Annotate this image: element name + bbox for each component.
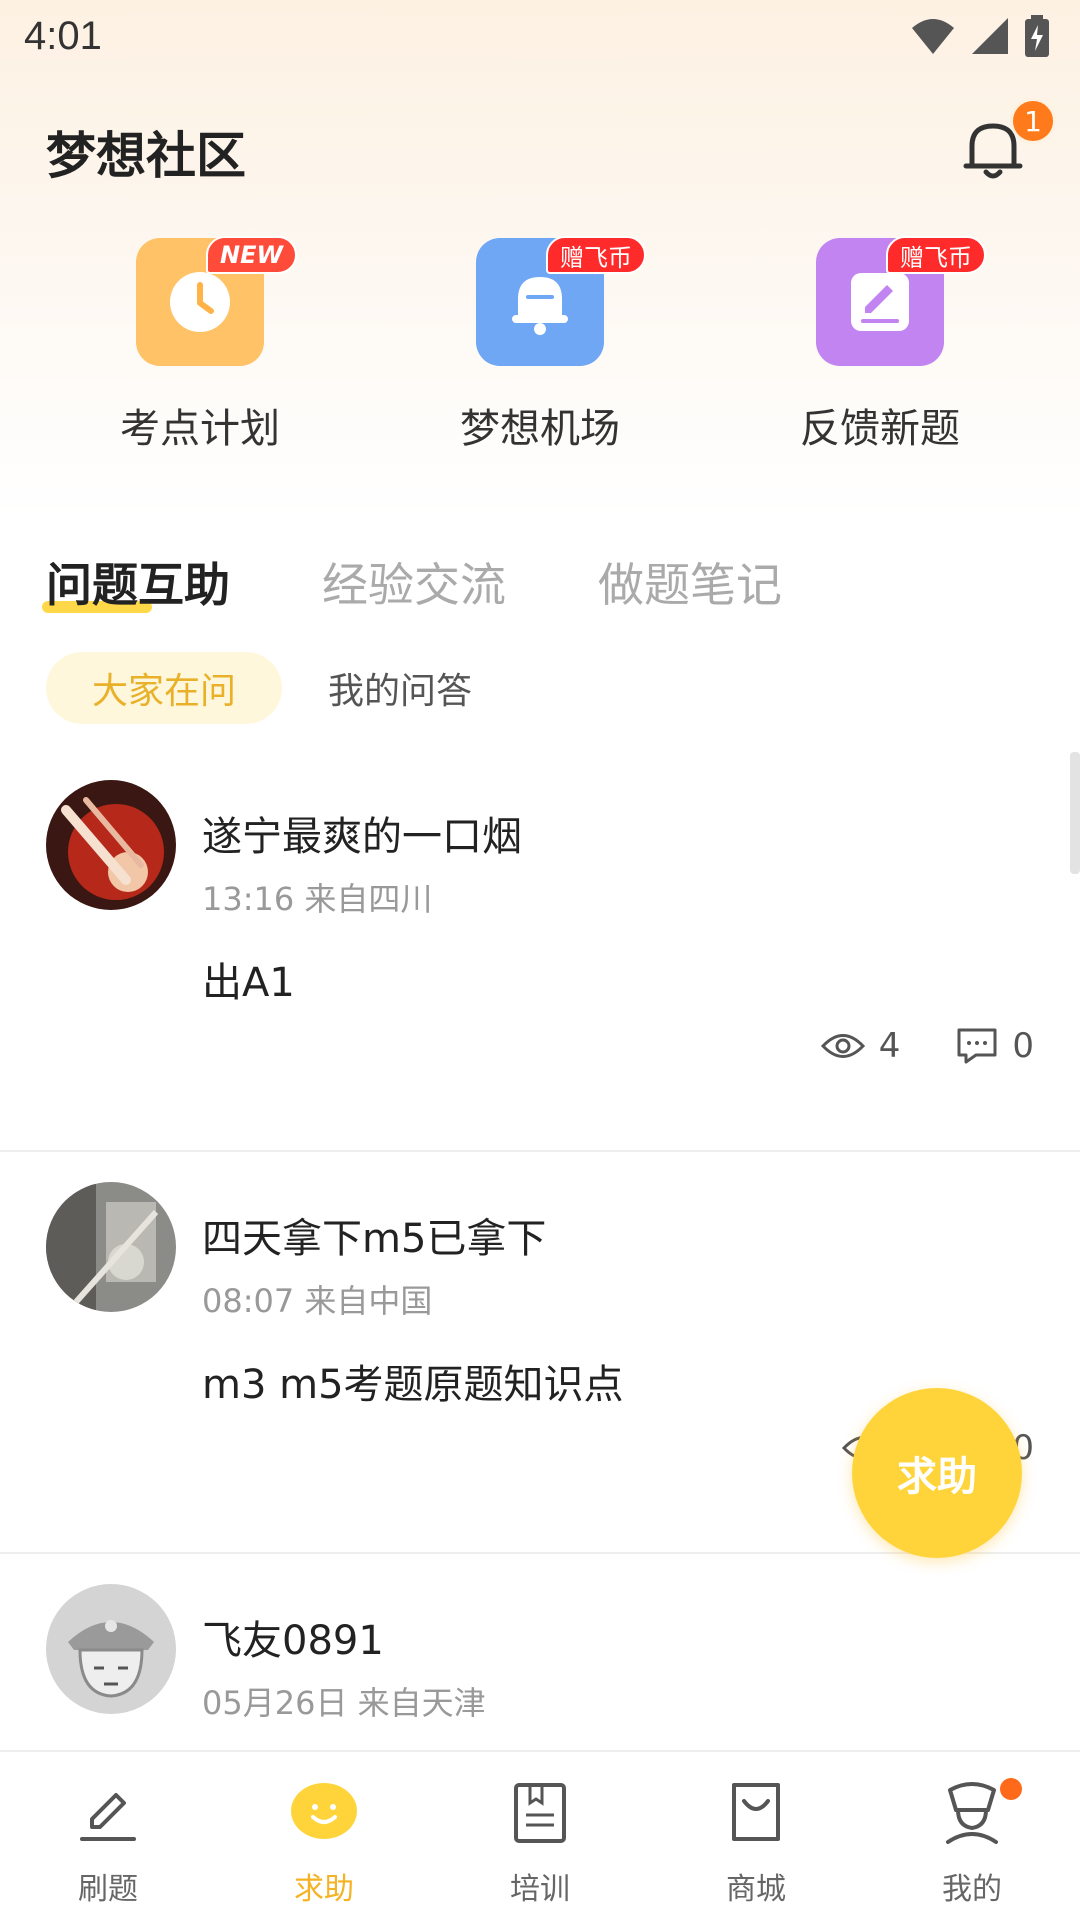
book-icon bbox=[505, 1778, 575, 1848]
nav-training[interactable]: 培训 bbox=[432, 1752, 648, 1920]
post-card[interactable]: 遂宁最爽的一口烟 13:16 来自四川 出A1 4 0 bbox=[0, 752, 1080, 1152]
tab-notes[interactable]: 做题笔记 bbox=[598, 549, 782, 615]
comment-count[interactable]: 0 bbox=[956, 1026, 1034, 1066]
bag-icon bbox=[721, 1778, 791, 1848]
subtab-everyone-asks[interactable]: 大家在问 bbox=[46, 652, 283, 724]
nav-practice[interactable]: 刷题 bbox=[0, 1752, 216, 1920]
post-meta: 08:07 来自中国 bbox=[202, 1282, 433, 1320]
page-title: 梦想社区 bbox=[46, 127, 246, 185]
nav-help[interactable]: 求助 bbox=[216, 1752, 432, 1920]
coin-badge: 赠飞币 bbox=[886, 236, 986, 274]
post-meta: 13:16 来自四川 bbox=[202, 880, 433, 918]
coin-badge: 赠飞币 bbox=[546, 236, 646, 274]
feature-label: 反馈新题 bbox=[800, 406, 960, 452]
feature-label: 梦想机场 bbox=[460, 406, 620, 452]
nav-profile[interactable]: 我的 bbox=[864, 1752, 1080, 1920]
pilot-icon bbox=[937, 1778, 1007, 1848]
feature-exam-plan[interactable]: NEW 考点计划 bbox=[30, 236, 370, 458]
bell-shaped-icon: 赠飞币 bbox=[476, 236, 646, 366]
nav-label: 培训 bbox=[510, 1872, 570, 1907]
post-content[interactable]: m3 m5考题原题知识点 bbox=[202, 1352, 624, 1410]
battery-icon bbox=[1025, 15, 1049, 57]
feature-label: 考点计划 bbox=[120, 406, 280, 452]
tab-question-help[interactable]: 问题互助 bbox=[42, 549, 230, 615]
signal-icon bbox=[972, 18, 1008, 54]
edit-note-icon: 赠飞币 bbox=[816, 236, 986, 366]
post-meta: 05月26日 来自天津 bbox=[202, 1684, 486, 1722]
ask-help-button[interactable]: 求助 bbox=[852, 1388, 1022, 1558]
status-bar: 4:01 bbox=[0, 0, 1080, 72]
feature-grid: NEW 考点计划 赠飞币 梦想机场 赠飞币 反馈新题 bbox=[0, 236, 1080, 458]
post-username[interactable]: 遂宁最爽的一口烟 bbox=[202, 804, 522, 862]
header: 梦想社区 1 bbox=[46, 98, 1056, 192]
new-badge: NEW bbox=[206, 236, 297, 274]
post-username[interactable]: 飞友0891 bbox=[202, 1608, 384, 1666]
status-icons bbox=[910, 15, 1050, 57]
wifi-icon bbox=[912, 19, 954, 54]
sub-tabs: 大家在问 我的问答 bbox=[46, 652, 518, 724]
notification-badge: 1 bbox=[1010, 98, 1056, 144]
view-count-value: 4 bbox=[878, 1026, 901, 1066]
notification-button[interactable]: 1 bbox=[958, 98, 1056, 190]
eye-icon bbox=[820, 1034, 865, 1058]
status-time: 4:01 bbox=[24, 13, 102, 58]
feature-dream-airport[interactable]: 赠飞币 梦想机场 bbox=[370, 236, 710, 458]
smile-icon bbox=[289, 1778, 359, 1848]
pen-icon bbox=[73, 1778, 143, 1848]
bottom-nav: 刷题 求助 培训 商城 我的 bbox=[0, 1750, 1080, 1920]
nav-label: 刷题 bbox=[78, 1872, 138, 1907]
avatar[interactable] bbox=[46, 780, 176, 910]
avatar[interactable] bbox=[46, 1182, 176, 1312]
notification-dot bbox=[1000, 1778, 1022, 1800]
subtab-my-qa[interactable]: 我的问答 bbox=[282, 652, 518, 724]
feature-feedback[interactable]: 赠飞币 反馈新题 bbox=[710, 236, 1050, 458]
comment-icon bbox=[957, 1028, 997, 1064]
post-content[interactable]: 出A1 bbox=[202, 950, 295, 1008]
nav-label: 商城 bbox=[726, 1872, 786, 1907]
post-stats: 4 0 bbox=[820, 1026, 1034, 1066]
post-username[interactable]: 四天拿下m5已拿下 bbox=[202, 1206, 546, 1264]
post-card[interactable]: 飞友0891 05月26日 来自天津 bbox=[0, 1556, 1080, 1750]
nav-shop[interactable]: 商城 bbox=[648, 1752, 864, 1920]
comment-count-value: 0 bbox=[1012, 1026, 1034, 1066]
community-tabs: 问题互助 经验交流 做题笔记 bbox=[42, 535, 874, 615]
nav-label: 求助 bbox=[294, 1872, 354, 1907]
tab-experience[interactable]: 经验交流 bbox=[322, 549, 506, 615]
clock-icon: NEW bbox=[136, 236, 297, 366]
avatar[interactable] bbox=[46, 1584, 176, 1714]
view-count: 4 bbox=[820, 1026, 901, 1066]
nav-label: 我的 bbox=[942, 1872, 1002, 1907]
